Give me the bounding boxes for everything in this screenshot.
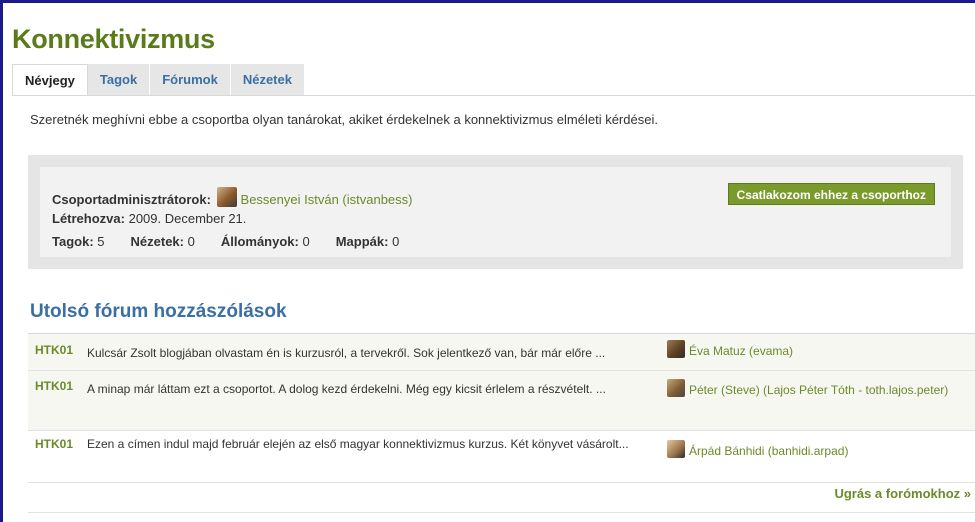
stat-views-label: Nézetek: (130, 234, 184, 249)
stat-views: Nézetek: 0 (131, 234, 195, 249)
admin-link[interactable]: Bessenyei István (istvanbess) (241, 192, 413, 207)
post-author[interactable]: Éva Matuz (evama) (667, 340, 967, 361)
stat-files: Állományok: 0 (221, 234, 310, 249)
stat-members: Tagok: 5 (52, 234, 105, 249)
created-row: Létrehozva: 2009. December 21. (52, 211, 246, 226)
stat-files-value: 0 (302, 234, 310, 249)
forum-heading: Utolsó fórum hozzászólások (30, 301, 287, 322)
post-author-name[interactable]: Péter (Steve) (Lajos Péter Tóth - toth.l… (689, 383, 948, 397)
group-info-panel: Csoportadminisztrátorok: Bessenyei Istvá… (40, 167, 951, 257)
stat-views-value: 0 (187, 234, 195, 249)
created-label: Létrehozva: (52, 211, 125, 226)
admin-avatar[interactable] (216, 187, 237, 207)
tab-forumok[interactable]: Fórumok (150, 64, 231, 96)
group-tabs: Névjegy Tagok Fórumok Nézetek (12, 64, 305, 96)
post-author-name[interactable]: Árpád Bánhidi (banhidi.arpad) (689, 444, 848, 458)
author-avatar[interactable] (667, 440, 685, 458)
admins-label: Csoportadminisztrátorok: (52, 192, 211, 207)
author-avatar[interactable] (667, 340, 685, 358)
stat-folders-value: 0 (392, 234, 400, 249)
forum-post-row: HTK01 A minap már láttam ezt a csoportot… (28, 371, 975, 431)
author-avatar[interactable] (667, 379, 685, 397)
post-author-name[interactable]: Éva Matuz (evama) (689, 344, 793, 358)
group-info-box: Csoportadminisztrátorok: Bessenyei Istvá… (28, 155, 963, 269)
stat-folders-label: Mappák: (335, 234, 389, 249)
post-author[interactable]: Péter (Steve) (Lajos Péter Tóth - toth.l… (667, 379, 967, 400)
post-text[interactable]: Kulcsár Zsolt blogjában olvastam én is k… (87, 343, 647, 363)
group-description: Szeretnék meghívni ebbe a csoportba olya… (30, 112, 658, 127)
forum-post-row: HTK01 Kulcsár Zsolt blogjában olvastam é… (28, 334, 975, 371)
post-tag[interactable]: HTK01 (35, 343, 73, 357)
forum-post-row: HTK01 Ezen a címen indul majd február el… (28, 431, 975, 483)
bottom-divider (28, 512, 975, 513)
tab-nevjegy[interactable]: Névjegy (12, 64, 88, 96)
jump-to-forums-link[interactable]: Ugrás a forómokhoz » (834, 486, 971, 501)
post-tag[interactable]: HTK01 (35, 379, 73, 393)
stat-members-label: Tagok: (52, 234, 94, 249)
admins-row: Csoportadminisztrátorok: Bessenyei Istvá… (52, 187, 413, 207)
stats-row: Tagok: 5 Nézetek: 0 Állományok: 0 Mappák… (52, 234, 425, 249)
post-text[interactable]: Ezen a címen indul majd február elején a… (87, 434, 647, 454)
group-title: Konnektivizmus (12, 24, 215, 54)
stat-members-value: 5 (97, 234, 105, 249)
post-author[interactable]: Árpád Bánhidi (banhidi.arpad) (667, 440, 967, 461)
tab-tagok[interactable]: Tagok (87, 64, 151, 96)
forum-posts-table: HTK01 Kulcsár Zsolt blogjában olvastam é… (28, 333, 975, 483)
join-group-button[interactable]: Csatlakozom ehhez a csoporthoz (727, 183, 935, 205)
stat-folders: Mappák: 0 (336, 234, 400, 249)
tabs-divider (12, 95, 975, 96)
post-text[interactable]: A minap már láttam ezt a csoportot. A do… (87, 379, 647, 399)
tab-nezetek[interactable]: Nézetek (230, 64, 305, 96)
stat-files-label: Állományok: (220, 234, 299, 249)
created-value: 2009. December 21. (128, 211, 247, 226)
post-tag[interactable]: HTK01 (35, 437, 73, 451)
